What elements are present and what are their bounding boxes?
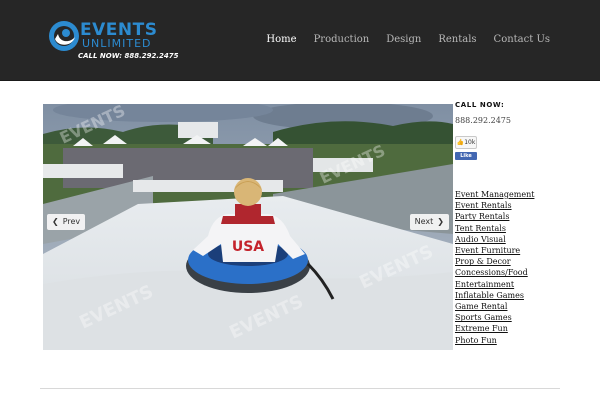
chevron-right-icon: ❯	[437, 217, 444, 226]
link-event-management[interactable]: Event Management	[455, 189, 534, 200]
nav-contact-us[interactable]: Contact Us	[494, 33, 550, 47]
nav-home[interactable]: Home	[266, 33, 296, 47]
main-nav: Home Production Design Rentals Contact U…	[249, 33, 550, 47]
like-count-button[interactable]: 👍10k	[455, 136, 477, 149]
link-audio-visual[interactable]: Audio Visual	[455, 234, 534, 245]
nav-design[interactable]: Design	[386, 33, 421, 47]
service-links: Event Management Event Rentals Party Ren…	[455, 189, 534, 346]
link-prop-decor[interactable]: Prop & Decor	[455, 256, 534, 267]
link-extreme-fun[interactable]: Extreme Fun	[455, 323, 534, 334]
link-entertainment[interactable]: Entertainment	[455, 279, 534, 290]
facebook-like-label: Like	[460, 153, 472, 159]
link-event-furniture[interactable]: Event Furniture	[455, 245, 534, 256]
logo-swirl-icon	[49, 21, 79, 51]
slider-next-label: Next	[414, 217, 434, 226]
slider-next-button[interactable]: Next ❯	[409, 214, 449, 230]
link-concessions-food[interactable]: Concessions/Food	[455, 267, 534, 278]
link-sports-games[interactable]: Sports Games	[455, 312, 534, 323]
site-header: EVENTS UNLIMITED CALL NOW: 888.292.2475 …	[0, 0, 600, 81]
link-inflatable-games[interactable]: Inflatable Games	[455, 290, 534, 301]
facebook-like-button[interactable]: Like	[455, 152, 477, 160]
like-count: 10k	[464, 139, 476, 146]
link-game-rental[interactable]: Game Rental	[455, 301, 534, 312]
call-now-heading: CALL NOW:	[455, 101, 505, 109]
image-slider[interactable]: USA EVENTS EVENTS EVENTS EVENTS EVENTS ❮…	[43, 104, 453, 350]
nav-production[interactable]: Production	[314, 33, 370, 47]
link-event-rentals[interactable]: Event Rentals	[455, 200, 534, 211]
chevron-left-icon: ❮	[52, 217, 59, 226]
sidebar: CALL NOW: 888.292.2475 👍10k Like	[455, 100, 575, 160]
slide-photo: USA EVENTS EVENTS EVENTS EVENTS EVENTS	[43, 104, 453, 350]
nav-rentals[interactable]: Rentals	[438, 33, 476, 47]
link-party-rentals[interactable]: Party Rentals	[455, 211, 534, 222]
slider-prev-button[interactable]: ❮ Prev	[47, 214, 86, 230]
footer-divider	[40, 388, 560, 389]
phone-number: 888.292.2475	[455, 116, 511, 125]
link-tent-rentals[interactable]: Tent Rentals	[455, 223, 534, 234]
link-photo-fun[interactable]: Photo Fun	[455, 335, 534, 346]
jersey-text: USA	[232, 239, 264, 255]
logo-call-line: CALL NOW: 888.292.2475	[78, 52, 179, 60]
logo-subtitle: UNLIMITED	[82, 37, 152, 50]
slider-prev-label: Prev	[62, 217, 81, 226]
site-logo[interactable]: EVENTS UNLIMITED CALL NOW: 888.292.2475	[48, 20, 179, 62]
